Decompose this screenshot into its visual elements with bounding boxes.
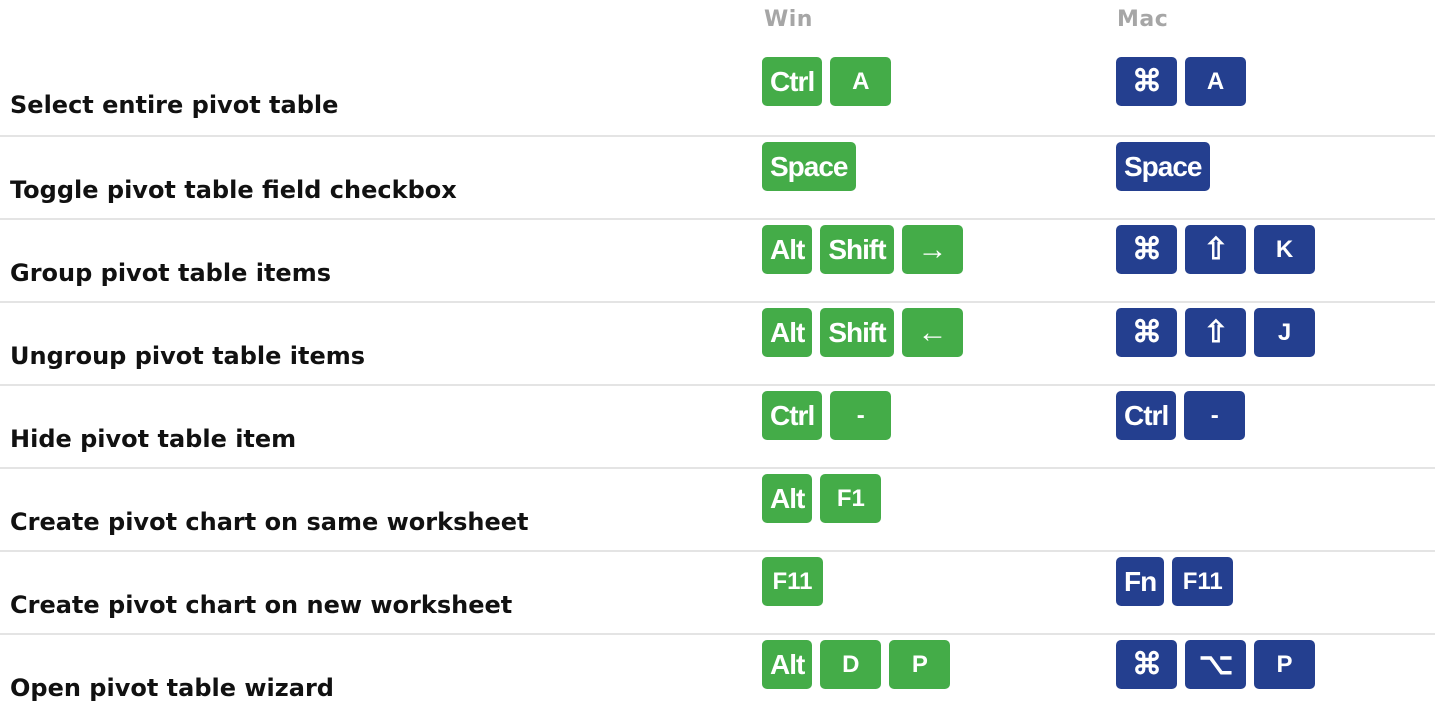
- win-key: Alt: [762, 308, 813, 357]
- mac-key: -: [1184, 391, 1246, 440]
- mac-key-combo: ⌘ ⌥ P: [1116, 640, 1315, 689]
- mac-key: ⌘: [1116, 640, 1177, 689]
- mac-key-combo: ⌘ A: [1116, 57, 1246, 106]
- mac-key: J: [1254, 308, 1315, 357]
- win-key: A: [830, 57, 892, 106]
- win-key-combo: Alt Shift →: [762, 225, 963, 274]
- mac-key-combo: Fn F11: [1116, 557, 1234, 606]
- mac-key: Ctrl: [1116, 391, 1177, 440]
- shortcut-action-label: Create pivot chart on new worksheet: [10, 591, 513, 619]
- win-key: Shift: [820, 225, 894, 274]
- mac-key: ⌘: [1116, 308, 1177, 357]
- mac-key-combo: Space: [1116, 142, 1210, 191]
- mac-key: P: [1254, 640, 1315, 689]
- win-key-combo: F11: [762, 557, 823, 606]
- win-key-combo: Ctrl A: [762, 57, 892, 106]
- win-key-combo: Alt F1: [762, 474, 882, 523]
- mac-key: ⇧: [1185, 308, 1246, 357]
- win-key: Alt: [762, 474, 813, 523]
- win-key: ←: [901, 308, 963, 357]
- win-key-combo: Alt Shift ←: [762, 308, 963, 357]
- win-key: Alt: [762, 225, 813, 274]
- shortcut-list: Select entire pivot table Ctrl A ⌘ A Toggle p…: [0, 53, 1435, 716]
- win-key: F11: [762, 557, 823, 606]
- win-key: -: [830, 391, 892, 440]
- mac-key-combo: ⌘ ⇧ K: [1116, 225, 1315, 274]
- win-key: P: [889, 640, 951, 689]
- shortcut-row: Select entire pivot table Ctrl A ⌘ A: [0, 53, 1435, 135]
- shortcut-row: Toggle pivot table field checkbox Space Sp…: [0, 135, 1435, 218]
- shortcut-action-label: Hide pivot table item: [10, 425, 297, 453]
- shortcut-action-label: Create pivot chart on same worksheet: [10, 508, 529, 536]
- win-key: Alt: [762, 640, 813, 689]
- win-key-combo: Alt D P: [762, 640, 951, 689]
- mac-key: A: [1185, 57, 1246, 106]
- shortcut-row: Create pivot chart on new worksheet F11 Fn…: [0, 550, 1435, 633]
- mac-key: Space: [1116, 142, 1210, 191]
- shortcut-action-label: Open pivot table wizard: [10, 674, 334, 702]
- mac-key: ⌘: [1116, 57, 1177, 106]
- win-key: D: [820, 640, 882, 689]
- win-key: F1: [820, 474, 882, 523]
- mac-key: ⌘: [1116, 225, 1177, 274]
- shortcut-action-label: Ungroup pivot table items: [10, 342, 366, 370]
- win-key: Shift: [820, 308, 894, 357]
- shortcut-action-label: Select entire pivot table: [10, 91, 339, 119]
- mac-key: K: [1254, 225, 1315, 274]
- shortcut-action-label: Group pivot table items: [10, 259, 331, 287]
- shortcut-action-label: Toggle pivot table field checkbox: [10, 176, 457, 204]
- shortcut-row: Open pivot table wizard Alt D P ⌘ ⌥ P: [0, 633, 1435, 716]
- shortcut-row: Create pivot chart on same worksheet Alt F…: [0, 467, 1435, 550]
- win-key: →: [901, 225, 963, 274]
- mac-key-combo: ⌘ ⇧ J: [1116, 308, 1315, 357]
- mac-key: F11: [1172, 557, 1234, 606]
- win-key-combo: Space: [762, 142, 856, 191]
- mac-key-combo: Ctrl -: [1116, 391, 1246, 440]
- mac-column-header: Mac: [1117, 7, 1169, 32]
- mac-key: ⌥: [1185, 640, 1246, 689]
- shortcut-row: Hide pivot table item Ctrl - Ctrl -: [0, 384, 1435, 467]
- win-key-combo: Ctrl -: [762, 391, 892, 440]
- shortcut-row: Group pivot table items Alt Shift → ⌘ ⇧ K: [0, 218, 1435, 301]
- win-column-header: Win: [764, 7, 813, 32]
- mac-key: ⇧: [1185, 225, 1246, 274]
- mac-key: Fn: [1116, 557, 1165, 606]
- shortcut-row: Ungroup pivot table items Alt Shift ← ⌘ ⇧ J: [0, 301, 1435, 384]
- win-key: Ctrl: [762, 391, 823, 440]
- win-key: Ctrl: [762, 57, 823, 106]
- win-key: Space: [762, 142, 856, 191]
